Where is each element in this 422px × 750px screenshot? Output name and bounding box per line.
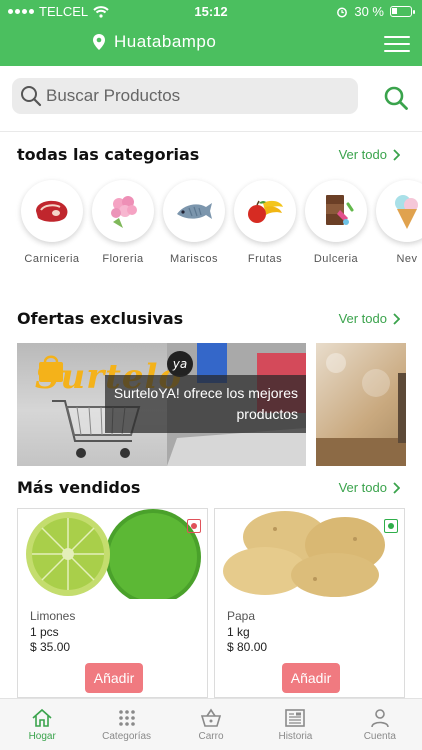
nav-label: Categorías: [102, 731, 152, 742]
see-all-label: Ver todo: [338, 480, 387, 495]
nav-label: Historia: [278, 731, 313, 742]
location-name: Huatabampo: [114, 32, 217, 51]
offer-banner[interactable]: Surtelo ya SurteloYA! ofrece los mejores…: [17, 343, 306, 466]
fruits-icon: [234, 180, 296, 242]
product-qty: 1 kg: [227, 625, 250, 639]
categories-see-all-link[interactable]: Ver todo: [339, 147, 400, 162]
chevron-right-icon: [393, 148, 400, 161]
search-icon: [21, 86, 42, 107]
limes-image: [26, 509, 201, 599]
nav-label: Cuenta: [363, 731, 396, 742]
nav-categorias[interactable]: Categorías: [84, 699, 168, 750]
candy-icon: [305, 180, 367, 242]
bottom-nav: Hogar Categorías Carro Historia Cuenta: [0, 698, 422, 750]
banner-caption: SurteloYA! ofrece los mejores productos: [105, 375, 306, 433]
menu-icon[interactable]: [384, 36, 410, 52]
add-to-cart-button[interactable]: Añadir: [85, 663, 143, 693]
category-label: Frutas: [247, 253, 283, 265]
banner-photo: [316, 353, 406, 466]
ice-cream-icon: [376, 180, 422, 242]
nav-label: Hogar: [28, 731, 56, 742]
chevron-right-icon: [393, 481, 400, 494]
category-label: Carniceria: [24, 253, 80, 265]
category-dulceria[interactable]: Dulceria: [304, 180, 368, 265]
nav-label: Carro: [198, 731, 224, 742]
category-mariscos[interactable]: Mariscos: [162, 180, 226, 265]
search-button-icon[interactable]: [383, 85, 409, 111]
badge-icon: [384, 519, 398, 533]
bestsellers-see-all-link[interactable]: Ver todo: [339, 480, 400, 495]
newspaper-icon: [285, 709, 306, 727]
badge-icon: [187, 519, 201, 533]
steak-icon: [21, 180, 83, 242]
category-label: Floreria: [102, 253, 144, 265]
home-icon: [32, 708, 52, 727]
category-frutas[interactable]: Frutas: [233, 180, 297, 265]
user-icon: [371, 709, 389, 728]
nav-cuenta[interactable]: Cuenta: [338, 699, 422, 750]
category-label: Dulceria: [313, 253, 359, 265]
battery-icon: [390, 6, 415, 17]
divider: [0, 131, 422, 132]
offers-see-all-link[interactable]: Ver todo: [339, 311, 400, 326]
category-neveria[interactable]: Nev: [375, 180, 422, 265]
product-name: Papa: [227, 609, 256, 623]
potatoes-image: [223, 511, 385, 597]
bestsellers-title: Más vendidos: [17, 478, 141, 497]
offers-title: Ofertas exclusivas: [17, 309, 184, 328]
product-price: $ 80.00: [227, 640, 268, 654]
location-selector[interactable]: Huatabampo: [92, 32, 216, 52]
categories-title: todas las categorias: [17, 145, 200, 164]
basket-icon: [200, 708, 222, 727]
nav-hogar[interactable]: Hogar: [0, 699, 84, 750]
offer-banner-next[interactable]: [316, 343, 406, 466]
chevron-right-icon: [393, 312, 400, 325]
status-bar: TELCEL 15:12 30 %: [0, 0, 422, 22]
location-pin-icon: [93, 34, 105, 50]
search-input[interactable]: [46, 86, 346, 106]
product-card-papa[interactable]: Papa 1 kg $ 80.00 Añadir: [214, 508, 405, 698]
product-qty: 1 pcs: [30, 625, 59, 639]
flowers-icon: [92, 180, 154, 242]
category-carniceria[interactable]: Carniceria: [20, 180, 84, 265]
status-right: 30 %: [336, 4, 415, 19]
grid-icon: [118, 710, 135, 726]
category-label: Nev: [396, 253, 418, 265]
see-all-label: Ver todo: [338, 147, 387, 162]
see-all-label: Ver todo: [338, 311, 387, 326]
search-bar: [12, 78, 358, 114]
add-to-cart-button[interactable]: Añadir: [282, 663, 340, 693]
category-label: Mariscos: [169, 253, 218, 265]
brand-badge: ya: [167, 351, 193, 377]
fish-icon: [163, 180, 225, 242]
category-floreria[interactable]: Floreria: [91, 180, 155, 265]
app-header: TELCEL 15:12 30 % Huatabampo: [0, 0, 422, 66]
nav-historia[interactable]: Historia: [253, 699, 337, 750]
alarm-icon: [337, 7, 348, 17]
product-price: $ 35.00: [30, 640, 71, 654]
product-name: Limones: [30, 609, 76, 623]
battery-percent: 30 %: [354, 4, 384, 19]
product-card-limones[interactable]: Limones 1 pcs $ 35.00 Añadir: [17, 508, 208, 698]
nav-carro[interactable]: Carro: [169, 699, 253, 750]
